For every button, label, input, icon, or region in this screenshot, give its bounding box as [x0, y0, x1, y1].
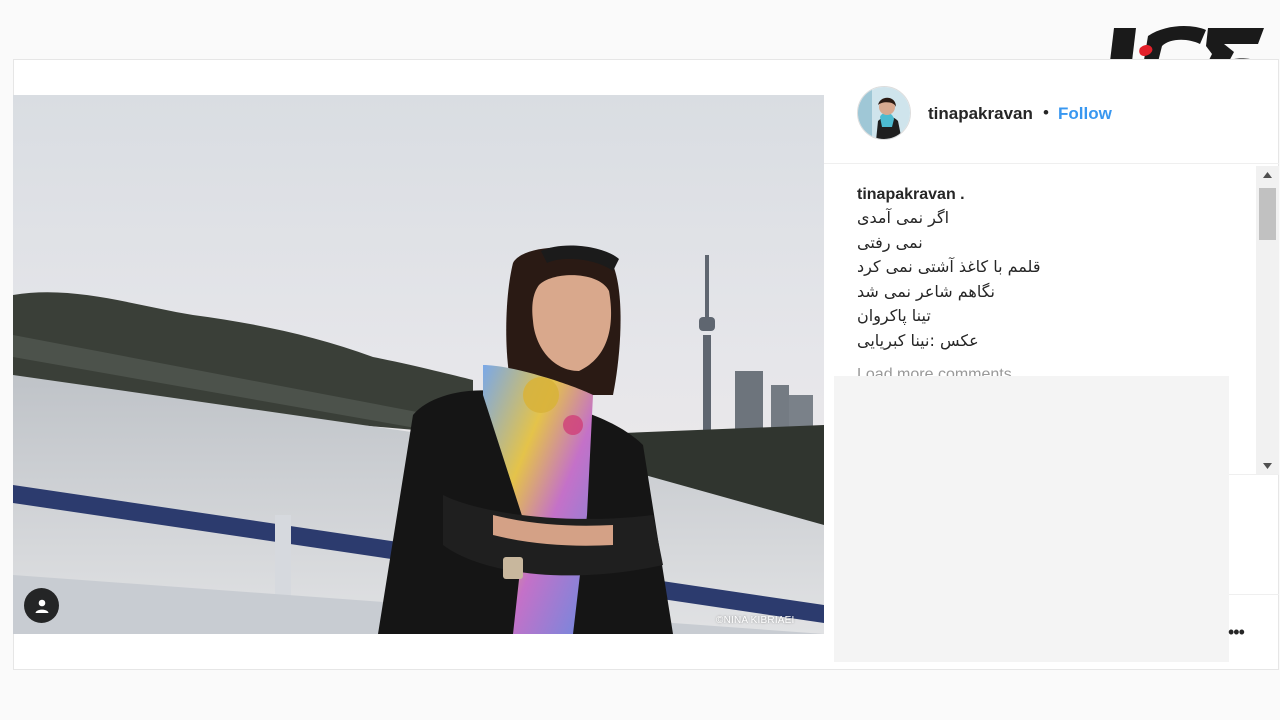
header-username[interactable]: tinapakravan — [928, 104, 1033, 124]
caption-username[interactable]: tinapakravan . — [857, 184, 1237, 206]
caption-line: نمی رفتی — [857, 232, 923, 252]
photo-credit: ©NINA KIBRIAEI — [716, 615, 795, 626]
scroll-down-arrow-icon[interactable] — [1256, 457, 1279, 474]
caption-line: اگر نمی آمدی — [857, 208, 950, 227]
caption-line: قلمم با کاغذ آشتی نمی کرد — [857, 257, 1041, 276]
placeholder-box — [834, 376, 1229, 662]
separator-dot: • — [1043, 103, 1049, 122]
comments-scrollbar[interactable] — [1256, 166, 1279, 474]
scrollbar-thumb[interactable] — [1259, 188, 1276, 240]
scroll-up-arrow-icon[interactable] — [1256, 166, 1279, 183]
follow-button[interactable]: Follow — [1058, 104, 1112, 124]
caption-line: نگاهم شاعر نمی شد — [857, 281, 996, 301]
more-options-button[interactable]: ••• — [1228, 622, 1245, 643]
tag-people-button[interactable] — [24, 588, 59, 623]
caption-line: تینا پاکروان — [857, 306, 931, 325]
caption: tinapakravan . اگر نمی آمدی نمی رفتی قلم… — [857, 184, 1237, 353]
caption-line: عکس :نینا کبریایی — [857, 330, 979, 350]
avatar[interactable] — [857, 86, 911, 140]
person-icon — [35, 599, 48, 613]
post-photo[interactable] — [13, 95, 824, 634]
